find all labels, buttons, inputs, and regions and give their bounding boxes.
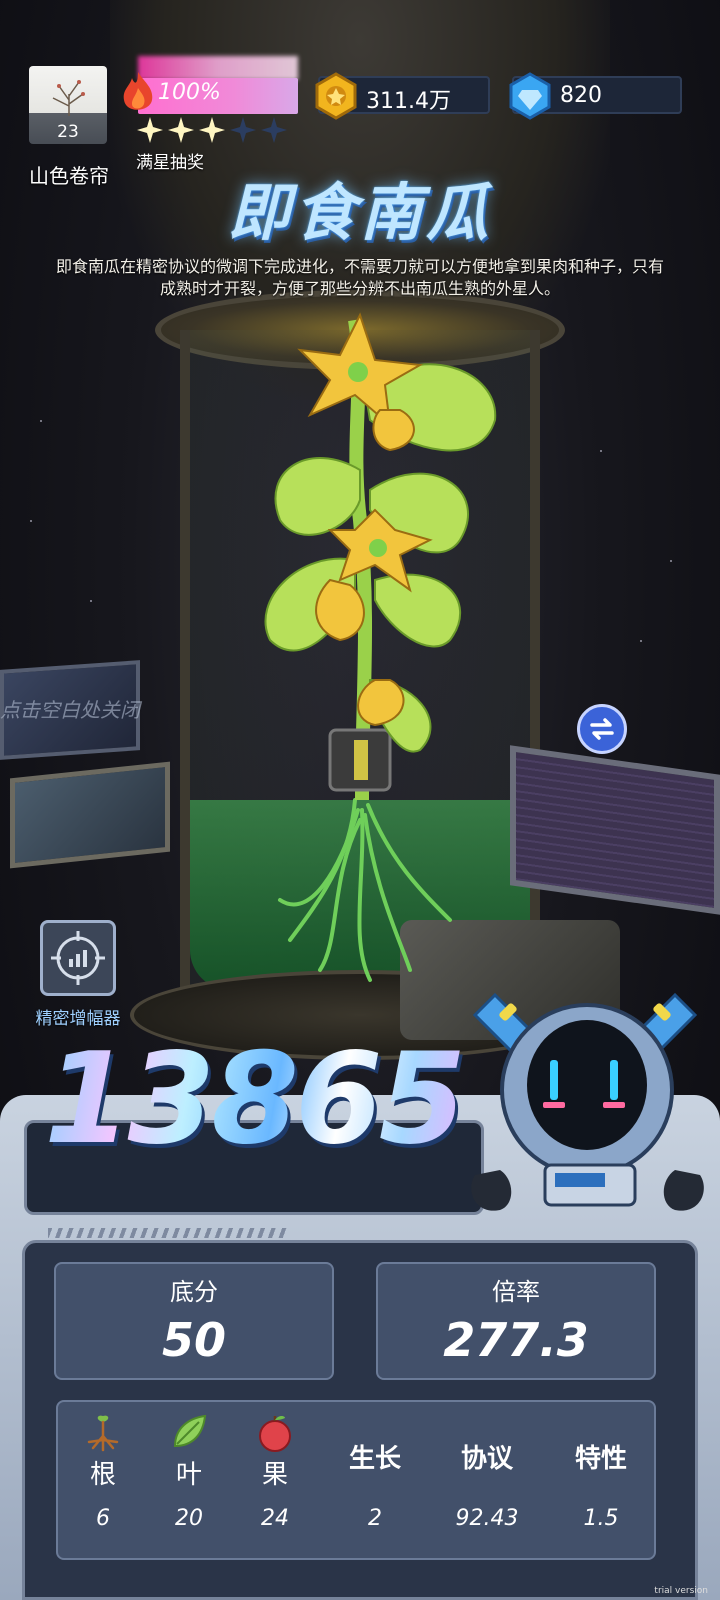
root-icon (87, 1415, 119, 1452)
multiplier-card: 倍率 277.3 (376, 1262, 656, 1380)
energy-percent: 100% (158, 80, 221, 105)
player-level: 23 (57, 122, 79, 142)
attribute-label: 协议 (460, 1444, 513, 1474)
coin-counter[interactable]: 311.4万 (315, 72, 490, 120)
base-score-label: 底分 (170, 1278, 218, 1306)
close-hint: 点击空白处关闭 (0, 698, 140, 722)
attribute-value: 1.5 (583, 1506, 619, 1531)
gem-icon (509, 72, 551, 120)
attribute-table: 根 6 叶 20 果 24 生长 2 协议 92.43 特性 1.5 (56, 1400, 656, 1560)
pumpkin-plant-illustration (250, 300, 520, 1000)
gem-amount: 820 (560, 83, 602, 108)
attribute-label: 根 (89, 1460, 116, 1490)
attribute-fruit: 果 24 (230, 1402, 320, 1562)
star-empty-icon (261, 117, 287, 143)
leaf-icon (173, 1414, 207, 1448)
tree-icon (52, 80, 85, 116)
gem-counter[interactable]: 820 (509, 72, 682, 120)
precision-amplifier-button[interactable] (40, 920, 116, 996)
coin-icon (315, 72, 357, 120)
attribute-protocol: 协议 92.43 (442, 1402, 532, 1562)
watermark: trial version (654, 1586, 708, 1596)
base-score-value: 50 (161, 1313, 226, 1367)
attribute-label: 生长 (348, 1444, 401, 1474)
right-monitor (510, 745, 720, 915)
attribute-value: 6 (96, 1506, 110, 1531)
attribute-value: 24 (261, 1506, 289, 1531)
panel-grip (48, 1228, 288, 1238)
multiplier-value: 277.3 (443, 1313, 589, 1367)
star-filled-icon (168, 117, 194, 143)
total-score: 13865 (44, 1025, 466, 1172)
robot-mascot (471, 992, 704, 1211)
attribute-leaf: 叶 20 (144, 1402, 234, 1562)
left-console (10, 761, 170, 869)
attribute-label: 叶 (175, 1460, 202, 1490)
attribute-value: 20 (175, 1506, 203, 1531)
star-progress (136, 116, 288, 146)
coin-amount: 311.4万 (366, 89, 451, 114)
plant-description: 即食南瓜在精密协议的微调下完成进化，不需要刀就可以方便地拿到果肉和种子，只有成熟… (55, 257, 664, 298)
attribute-label: 果 (261, 1460, 288, 1490)
fire-icon (123, 72, 153, 110)
star-filled-icon (199, 117, 225, 143)
attribute-value: 92.43 (455, 1506, 519, 1531)
attribute-root: 根 6 (58, 1402, 148, 1562)
plant-title: 即食南瓜 (227, 176, 492, 249)
star-empty-icon (230, 117, 256, 143)
attribute-label: 特性 (574, 1444, 627, 1474)
multiplier-label: 倍率 (492, 1278, 540, 1306)
attribute-value: 2 (368, 1506, 382, 1531)
attribute-trait: 特性 1.5 (556, 1402, 646, 1562)
star-filled-icon (137, 117, 163, 143)
attribute-growth: 生长 2 (330, 1402, 420, 1562)
target-chart-icon (51, 931, 105, 985)
swap-icon (590, 718, 614, 740)
base-score-card: 底分 50 (54, 1262, 334, 1380)
fruit-icon (259, 1416, 291, 1452)
switch-view-button[interactable] (577, 704, 627, 754)
energy-bar-glow (138, 56, 298, 80)
